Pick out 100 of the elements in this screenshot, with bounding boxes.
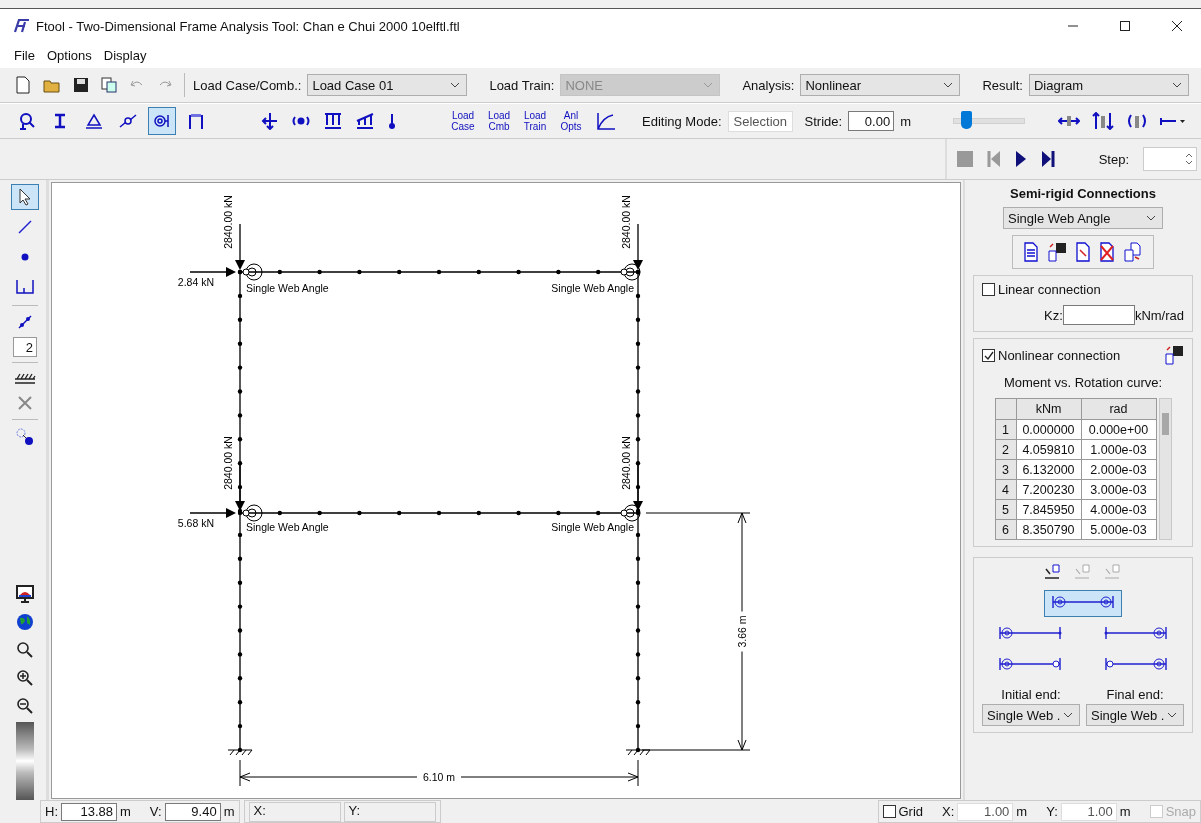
window-title: Ftool - Two-Dimensional Frame Analysis Tool: Chan e Chui 2000 10elftl.ftl bbox=[36, 18, 460, 34]
save-icon[interactable] bbox=[73, 77, 89, 93]
connection-label: Single Web Angle bbox=[246, 521, 329, 533]
copy-end-icon[interactable] bbox=[1044, 564, 1062, 582]
divide-member-icon[interactable] bbox=[17, 314, 33, 330]
maximize-icon[interactable] bbox=[1119, 20, 1131, 32]
tool-button[interactable] bbox=[11, 184, 39, 210]
menu-item[interactable]: Display bbox=[103, 47, 147, 63]
i-beam-icon bbox=[53, 113, 67, 129]
load-label: 2.84 kN bbox=[177, 276, 214, 288]
field-label: Editing Mode: bbox=[642, 113, 722, 129]
chevron-down-icon bbox=[1063, 712, 1073, 718]
uniform-load-icon[interactable] bbox=[323, 112, 343, 130]
table-header bbox=[995, 398, 1016, 420]
thermometer-icon[interactable] bbox=[387, 112, 397, 130]
horizontal-arrows-icon[interactable] bbox=[1058, 114, 1080, 128]
member-end-icon bbox=[998, 625, 1062, 641]
copy-icon[interactable] bbox=[101, 77, 117, 93]
unit-label: m bbox=[900, 113, 911, 129]
curve-chart-icon[interactable] bbox=[595, 111, 617, 131]
end-type-button[interactable] bbox=[1044, 590, 1122, 617]
unit-label: m bbox=[1016, 804, 1028, 819]
stride-field[interactable]: 0.00 bbox=[848, 111, 895, 131]
tool-button[interactable] bbox=[148, 107, 176, 135]
copy-document-icon[interactable] bbox=[1123, 242, 1143, 262]
initial-end-dropdown[interactable]: Single Web . bbox=[982, 704, 1080, 726]
nonlinear-connection-checkbox[interactable]: Nonlinear connection bbox=[982, 347, 1121, 363]
curve-title: Moment vs. Rotation curve: bbox=[1002, 375, 1164, 390]
unit-label: m bbox=[120, 804, 131, 819]
nodal-load-icon[interactable] bbox=[261, 112, 279, 130]
delete-icon[interactable] bbox=[17, 395, 33, 411]
menu-item[interactable]: File bbox=[14, 47, 35, 63]
result-dropdown[interactable]: Diagram bbox=[1028, 74, 1189, 96]
chevron-down-icon bbox=[703, 82, 714, 88]
field-label: H: bbox=[45, 804, 58, 819]
new-file-icon[interactable] bbox=[15, 76, 31, 94]
close-icon[interactable] bbox=[1171, 20, 1183, 32]
field-label: Initial end: bbox=[1001, 687, 1061, 702]
grid-checkbox[interactable]: Grid bbox=[882, 804, 924, 819]
chevron-down-icon bbox=[943, 82, 954, 88]
step-forward-icon[interactable] bbox=[1041, 150, 1055, 168]
text-tool-button[interactable]: Load Case bbox=[448, 110, 478, 132]
field-label: Final end: bbox=[1106, 687, 1164, 702]
open-folder-icon[interactable] bbox=[43, 77, 61, 93]
y-coordinate-readout: Y: bbox=[343, 801, 436, 822]
width-field[interactable]: 9.40 bbox=[164, 802, 221, 821]
monitor-icon[interactable] bbox=[16, 585, 34, 603]
analysis-dropdown[interactable]: Nonlinear bbox=[800, 74, 961, 96]
kz-field[interactable] bbox=[1062, 305, 1135, 325]
load-case-dropdown[interactable]: Load Case 01 bbox=[307, 74, 468, 96]
member-end-icon bbox=[1104, 625, 1168, 641]
pointer-icon bbox=[18, 188, 32, 206]
document-icon[interactable] bbox=[1023, 242, 1039, 262]
slider-thumb[interactable] bbox=[960, 111, 972, 129]
grid-y-field[interactable]: 1.00 bbox=[1060, 802, 1117, 821]
height-field[interactable]: 13.88 bbox=[61, 802, 117, 821]
delete-document-icon[interactable] bbox=[1099, 242, 1115, 262]
row-number: 5 bbox=[995, 499, 1016, 520]
beam-options-icon[interactable] bbox=[1160, 115, 1186, 127]
zoom-in-icon[interactable] bbox=[16, 669, 34, 687]
member-end-icon bbox=[998, 656, 1062, 672]
check-icon bbox=[983, 349, 994, 361]
field-label: V: bbox=[149, 804, 162, 819]
menu-item[interactable]: Options bbox=[46, 47, 92, 63]
load-label: 5.68 kN bbox=[177, 517, 214, 529]
linear-load-icon[interactable] bbox=[355, 112, 375, 130]
text-tool-button[interactable]: Load Train bbox=[520, 110, 550, 132]
search-icon[interactable] bbox=[16, 641, 34, 659]
globe-icon[interactable] bbox=[16, 613, 34, 631]
row-number: 4 bbox=[995, 479, 1016, 500]
field-label: Kz: bbox=[1044, 307, 1063, 323]
load-arrow bbox=[633, 223, 643, 270]
snap-node-icon[interactable] bbox=[16, 428, 34, 446]
final-end-dropdown[interactable]: Single Web . bbox=[1086, 704, 1184, 726]
row-number: 6 bbox=[995, 519, 1016, 540]
load-label: 2840.00 kN bbox=[620, 195, 632, 249]
text-tool-button[interactable]: Load Cmb bbox=[484, 110, 514, 132]
field-label: Load Case/Comb.: bbox=[193, 77, 302, 93]
zoom-out-icon[interactable] bbox=[16, 697, 34, 715]
dimension-label: 3.66 m bbox=[736, 615, 748, 648]
grid-x-field[interactable]: 1.00 bbox=[957, 802, 1014, 821]
save-document-icon[interactable] bbox=[1047, 242, 1067, 262]
vertical-arrows-icon[interactable] bbox=[1092, 112, 1114, 130]
chevron-down-icon bbox=[1146, 215, 1156, 221]
rotation-arrows-icon[interactable] bbox=[1126, 112, 1148, 130]
drawing-canvas[interactable]: 2840.00 kN 2840.00 kN 2840.00 kN 2840.00 kN 2.84 kN 5.68 kN Single Web Angle Single Web Angle Single Web Angle Single Web Angle 3.66 m 6.10 m bbox=[51, 182, 961, 799]
hatch-icon[interactable] bbox=[14, 371, 36, 385]
rename-document-icon[interactable] bbox=[1075, 242, 1091, 262]
field-label: Y: bbox=[1046, 804, 1058, 819]
member-end-icon bbox=[1104, 656, 1168, 672]
play-icon[interactable] bbox=[1015, 150, 1027, 168]
linear-connection-checkbox[interactable]: Linear connection bbox=[982, 282, 1184, 297]
grayscale-bar[interactable] bbox=[16, 722, 34, 800]
scrollbar[interactable] bbox=[1158, 398, 1172, 540]
field-label: Result: bbox=[982, 77, 1023, 93]
save-document-icon[interactable] bbox=[1164, 345, 1184, 365]
connection-type-dropdown[interactable]: Single Web Angle bbox=[1003, 207, 1163, 229]
divisions-field[interactable]: 2 bbox=[13, 337, 37, 357]
text-tool-button[interactable]: Anl Opts bbox=[556, 110, 586, 132]
row-number: 2 bbox=[995, 439, 1016, 460]
